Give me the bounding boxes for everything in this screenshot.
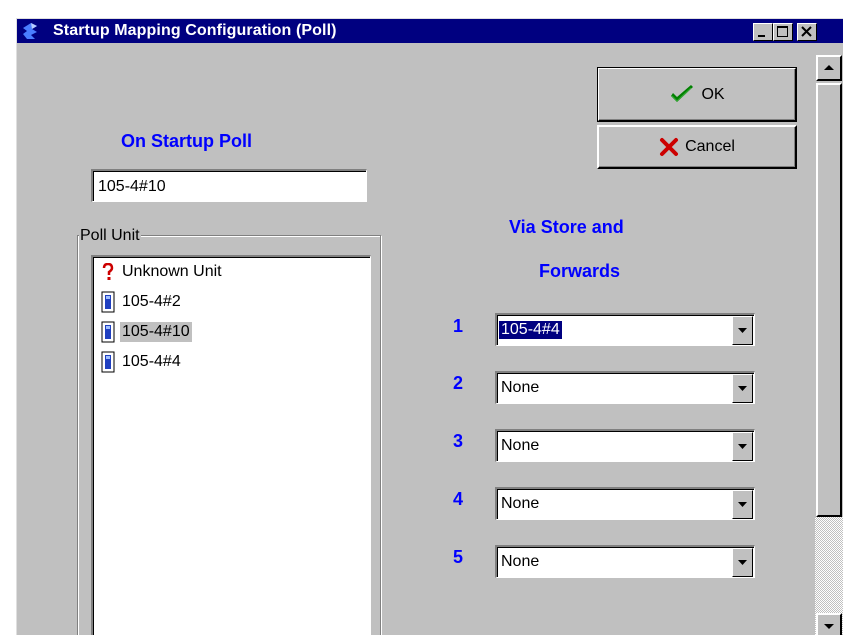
chevron-down-icon xyxy=(738,444,747,449)
scroll-up-icon xyxy=(824,65,834,70)
dropdown-arrow-button[interactable] xyxy=(732,374,753,403)
row-number-5: 5 xyxy=(453,547,464,567)
scroll-up-button[interactable] xyxy=(816,55,842,81)
chevron-down-icon xyxy=(738,386,747,391)
ok-label: OK xyxy=(701,85,725,103)
scrollbar-thumb[interactable] xyxy=(816,83,842,517)
forward-select-value: None xyxy=(501,495,540,512)
via-heading-line2: Forwards xyxy=(539,261,621,281)
poll-unit-list[interactable]: Unknown Unit 105-4#2 105-4#10 105-4#4 xyxy=(91,255,371,635)
list-item-label: 105-4#2 xyxy=(122,293,181,310)
dropdown-arrow-button[interactable] xyxy=(732,316,753,345)
row-number-3: 3 xyxy=(453,431,464,451)
chevron-down-icon xyxy=(738,502,747,507)
via-heading-line1: Via Store and xyxy=(509,217,624,237)
row-number-4: 4 xyxy=(453,489,464,509)
poll-unit-label: Poll Unit xyxy=(79,227,141,245)
startup-poll-heading: On Startup Poll xyxy=(121,131,253,151)
startup-poll-value: 105-4#10 xyxy=(98,178,166,195)
forward-select-value: None xyxy=(501,437,540,454)
list-item-label: 105-4#10 xyxy=(120,322,192,342)
cancel-x-icon xyxy=(660,138,679,156)
row-number-2: 2 xyxy=(453,373,464,393)
startup-poll-field[interactable]: 105-4#10 xyxy=(91,169,367,202)
cancel-label: Cancel xyxy=(685,138,735,155)
row-number-1: 1 xyxy=(453,316,464,336)
vertical-scrollbar[interactable] xyxy=(815,43,843,635)
forward-select-value: None xyxy=(501,379,540,396)
forward-select-value: None xyxy=(501,553,540,570)
chevron-down-icon xyxy=(738,560,747,565)
scroll-down-button[interactable] xyxy=(816,613,842,635)
forward-select-3[interactable]: None xyxy=(495,429,755,462)
forward-select-5[interactable]: None xyxy=(495,545,755,578)
title-bar[interactable]: Startup Mapping Configuration (Poll) xyxy=(17,19,843,43)
unit-device-icon xyxy=(101,291,115,313)
forward-select-2[interactable]: None xyxy=(495,371,755,404)
unit-device-icon xyxy=(101,321,115,343)
dropdown-arrow-button[interactable] xyxy=(732,432,753,461)
ok-button[interactable]: OK xyxy=(597,67,797,122)
close-button[interactable] xyxy=(797,23,817,41)
list-item-label: Unknown Unit xyxy=(122,263,222,280)
dropdown-arrow-button[interactable] xyxy=(732,490,753,519)
list-item-unit-selected[interactable]: 105-4#10 xyxy=(101,319,192,345)
forward-select-1[interactable]: 105-4#4 xyxy=(495,313,755,346)
list-item-unit[interactable]: 105-4#2 xyxy=(101,289,183,315)
forward-select-4[interactable]: None xyxy=(495,487,755,520)
app-icon xyxy=(23,23,37,39)
question-mark-icon xyxy=(102,263,114,280)
checkmark-icon xyxy=(671,84,694,102)
window-title: Startup Mapping Configuration (Poll) xyxy=(53,22,337,39)
cancel-button[interactable]: Cancel xyxy=(597,125,797,169)
maximize-button[interactable] xyxy=(773,23,793,41)
list-item-label: 105-4#4 xyxy=(122,353,181,370)
minimize-button[interactable] xyxy=(753,23,773,41)
list-item-unknown-unit[interactable]: Unknown Unit xyxy=(101,259,224,285)
maximize-icon xyxy=(777,26,788,37)
dropdown-arrow-button[interactable] xyxy=(732,548,753,577)
list-item-unit[interactable]: 105-4#4 xyxy=(101,349,183,375)
scroll-down-icon xyxy=(824,624,834,629)
unit-device-icon xyxy=(101,351,115,373)
minimize-icon xyxy=(758,35,765,37)
dialog-window: Startup Mapping Configuration (Poll) OK … xyxy=(16,18,843,635)
close-icon xyxy=(801,26,812,37)
forward-select-value: 105-4#4 xyxy=(499,321,562,339)
chevron-down-icon xyxy=(738,328,747,333)
